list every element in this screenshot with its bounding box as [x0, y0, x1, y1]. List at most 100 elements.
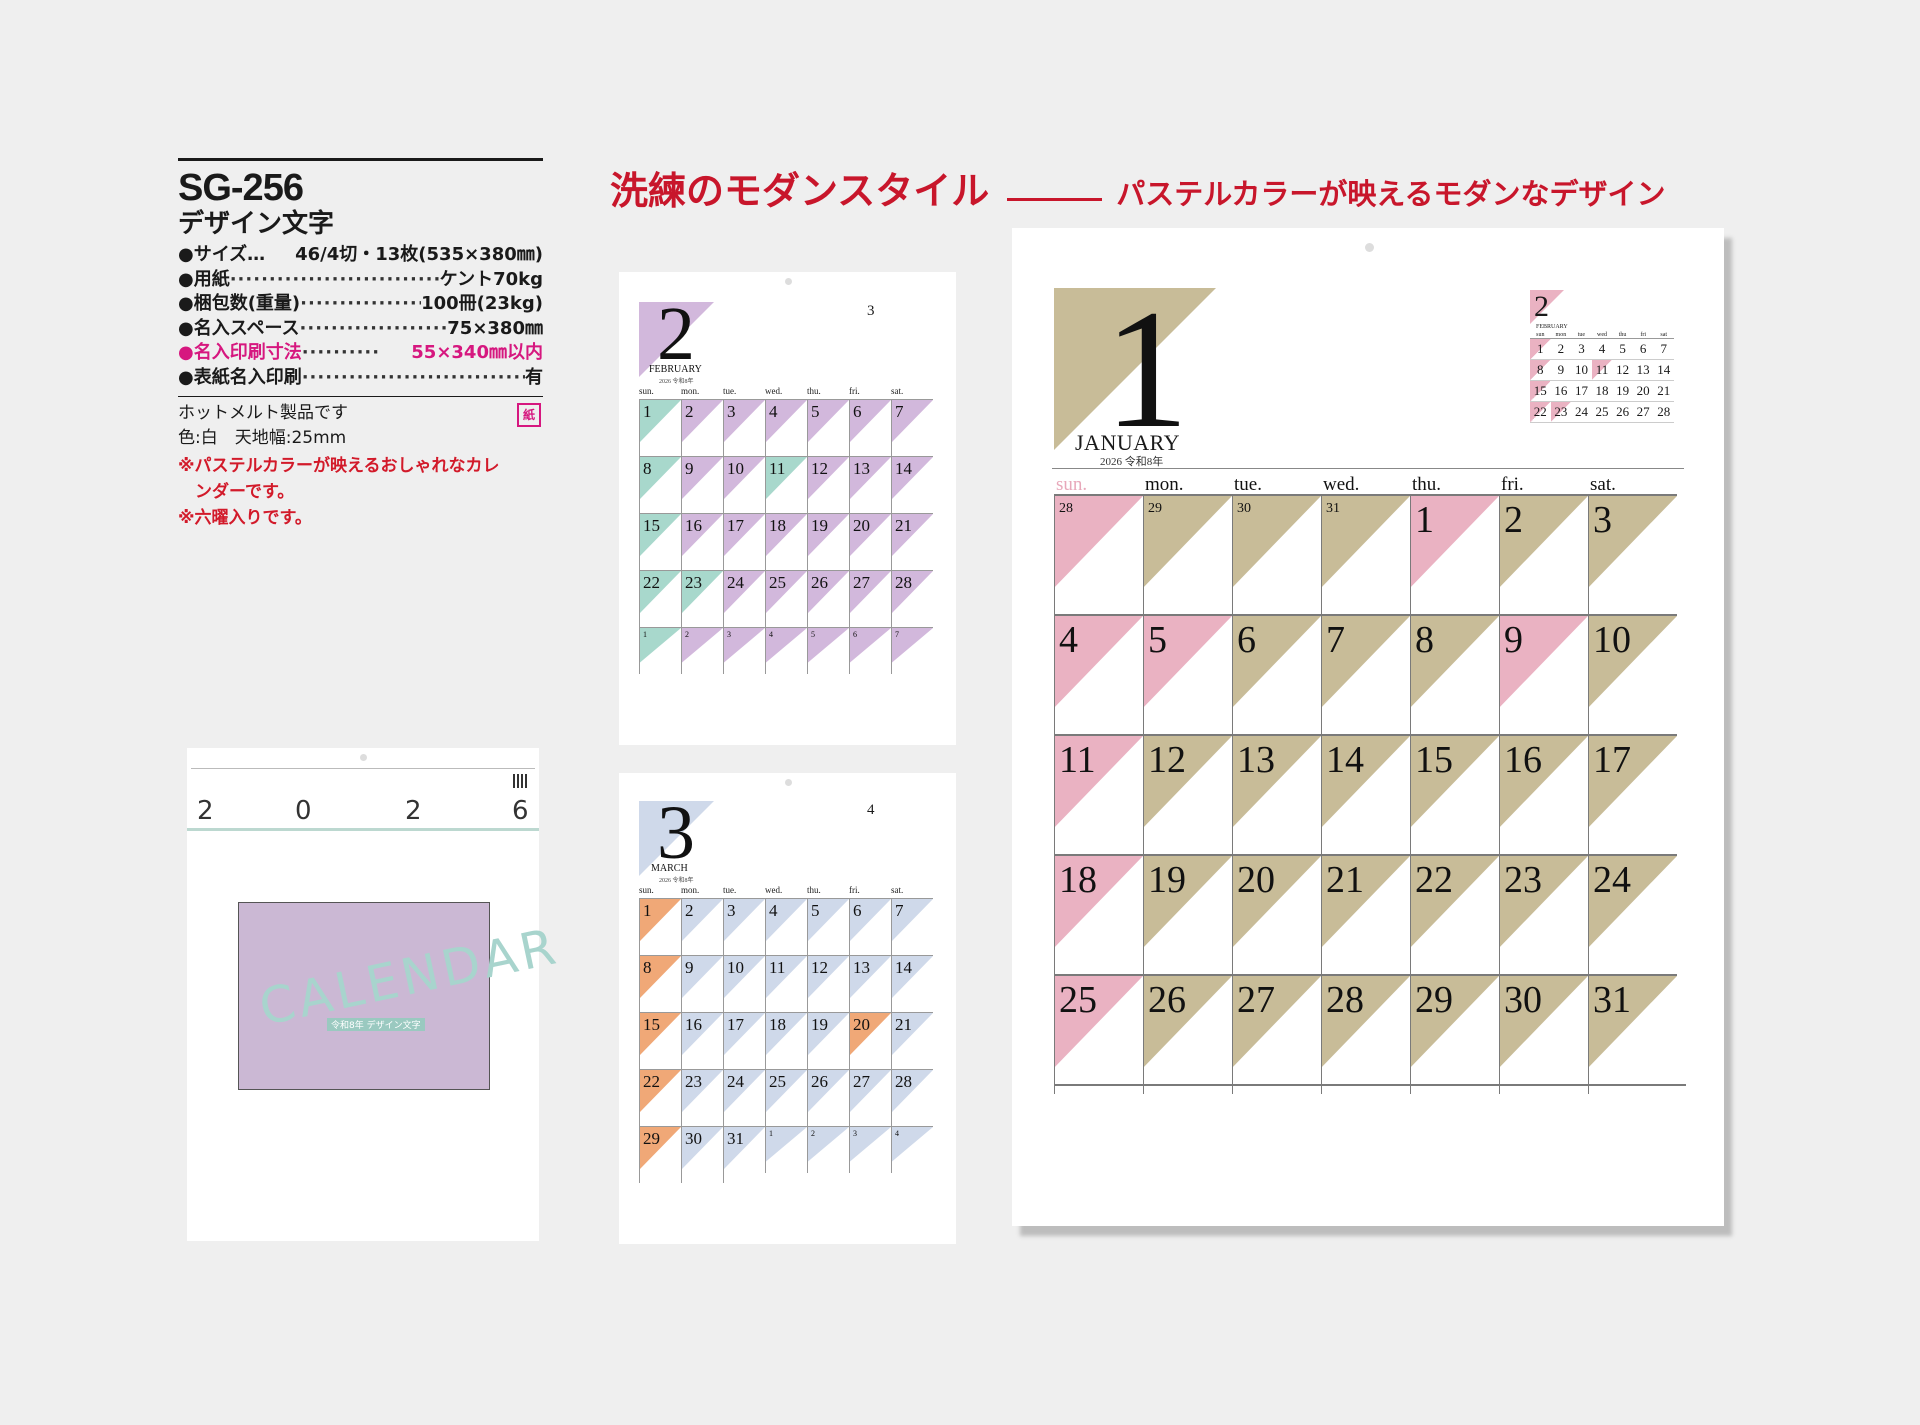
day-cell: 13	[849, 456, 891, 513]
day-number: 8	[1415, 619, 1434, 661]
weekday-label: sun.	[639, 386, 654, 396]
mini-week-row: 22 23 24 25 26 27 28	[1530, 402, 1674, 423]
mini-day: 4	[1598, 341, 1606, 356]
spec-divider	[178, 396, 543, 397]
day-number: 26	[1148, 979, 1186, 1021]
day-number: 18	[1059, 859, 1097, 901]
day-cell: 6	[849, 898, 891, 955]
year-underline	[187, 828, 539, 831]
day-cell: 4	[1054, 614, 1143, 734]
day-number: 18	[769, 516, 786, 535]
mini-day: 22	[1530, 402, 1551, 422]
spec-leader: ··························	[299, 317, 448, 339]
day-number: 22	[643, 573, 660, 592]
mini-day: 20	[1636, 383, 1650, 398]
day-cell: 9	[1499, 614, 1588, 734]
day-number: 29	[1148, 501, 1162, 516]
day-cell: 18	[765, 513, 807, 570]
day-cell: 5	[807, 627, 849, 674]
mini-day: 8	[1530, 360, 1551, 380]
next-month-number: 2	[1530, 290, 1568, 324]
weekday-label: thu.	[807, 885, 821, 895]
day-cell: 20	[849, 1012, 891, 1069]
day-cell: 22	[639, 1069, 681, 1126]
weekday-label: tue.	[723, 885, 737, 895]
day-cell: 12	[1143, 734, 1232, 854]
weekday-label: wed.	[765, 386, 783, 396]
mini-weekday: mon	[1555, 332, 1567, 338]
day-cell: 9	[681, 955, 723, 1012]
weekday-label: fri.	[849, 885, 860, 895]
day-number: 27	[853, 573, 870, 592]
day-number: 10	[1593, 619, 1631, 661]
day-number: 24	[727, 573, 744, 592]
day-number: 7	[1326, 619, 1345, 661]
cover-header-line	[191, 768, 535, 769]
day-cell: 7	[1321, 614, 1410, 734]
day-number: 10	[727, 459, 744, 478]
spec-row: ●表紙名入印刷·································…	[178, 366, 543, 391]
day-number: 15	[1415, 739, 1453, 781]
day-number: 9	[685, 459, 694, 478]
day-cell: 14	[891, 456, 933, 513]
day-cell: 24	[723, 570, 765, 627]
day-number: 13	[853, 459, 870, 478]
day-number: 8	[643, 958, 652, 977]
spec-row: ●名入スペース··························75×380㎜	[178, 317, 543, 342]
day-cell: 8	[639, 456, 681, 513]
day-number: 19	[811, 516, 828, 535]
day-number: 15	[643, 516, 660, 535]
day-cell: 7	[891, 898, 933, 955]
mini-day: 3	[1578, 341, 1585, 356]
day-cell: 23	[681, 1069, 723, 1126]
day-grid: 1 2 3 4 5 6 7 8 9 10 11 12 13 14 15 16 17 18 19 20 21 22 23 24 2…	[639, 399, 933, 674]
day-number: 8	[643, 459, 652, 478]
day-cell: 29	[1143, 494, 1232, 614]
day-number: 25	[1059, 979, 1097, 1021]
day-number: 29	[1415, 979, 1453, 1021]
spec-row: ●名入印刷寸法 ·········· 55×340㎜以内	[178, 341, 543, 366]
day-number: 13	[1237, 739, 1275, 781]
day-number: 14	[895, 459, 912, 478]
day-number: 9	[685, 958, 694, 977]
day-number: 25	[769, 573, 786, 592]
day-number: 23	[685, 573, 702, 592]
day-cell: 1	[1410, 494, 1499, 614]
day-cell: 14	[1321, 734, 1410, 854]
day-cell: 11	[765, 955, 807, 1012]
day-number: 1	[643, 901, 652, 920]
mini-day: 6	[1639, 341, 1647, 356]
day-number: 1	[769, 1129, 773, 1138]
day-number: 3	[727, 901, 736, 920]
day-number: 3	[727, 402, 736, 421]
day-cell: 22	[639, 570, 681, 627]
day-cell: 28	[891, 570, 933, 627]
day-cell: 21	[1321, 854, 1410, 974]
day-number: 12	[811, 459, 828, 478]
spec-label: ●名入スペース	[178, 317, 300, 339]
month-number: 2	[657, 292, 695, 376]
day-number: 28	[1059, 501, 1073, 516]
mini-weekday: thu	[1618, 332, 1627, 338]
headline-main: 洗練のモダンスタイル	[610, 169, 990, 213]
day-cell: 17	[723, 1012, 765, 1069]
spec-label: ●サイズ…	[178, 244, 266, 265]
next-month-mini: 2 FEBRUARY sun mon tue wed thu fri sat 1234567…	[1530, 290, 1674, 423]
day-number: 22	[643, 1072, 660, 1091]
day-cell: 28	[1054, 494, 1143, 614]
spec-value: 有	[525, 366, 543, 388]
day-cell: 10	[723, 955, 765, 1012]
day-number: 2	[685, 901, 694, 920]
grid-bottom-rule	[1054, 1084, 1686, 1086]
hanging-hole	[784, 779, 792, 786]
day-cell: 6	[849, 627, 891, 674]
day-cell: 6	[1232, 614, 1321, 734]
day-number: 23	[1504, 859, 1542, 901]
spec-value: 100冊(23kg)	[421, 293, 543, 314]
spec-label: ●名入印刷寸法	[178, 342, 302, 363]
day-number: 7	[895, 901, 904, 920]
day-cell: 4	[765, 399, 807, 456]
weekday-label: sat.	[891, 386, 904, 396]
day-cell: 16	[681, 513, 723, 570]
day-cell: 4	[765, 627, 807, 674]
